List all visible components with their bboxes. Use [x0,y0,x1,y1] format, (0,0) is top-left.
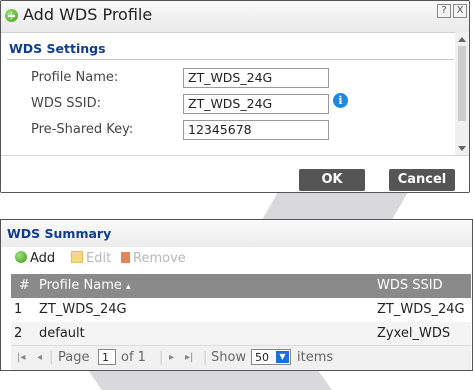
add-wds-profile-dialog: Add WDS Profile ? X WDS Settings Profile… [0,0,470,193]
remove-label: Remove [133,251,186,266]
pre-shared-key-field[interactable]: 12345678 [183,120,329,140]
summary-toolbar: Add Edit Remove [11,247,471,274]
row-wds-ssid: ZT_WDS_24G [377,302,465,317]
last-page-icon[interactable]: ▸| [185,352,193,363]
background-shape [261,192,409,220]
dialog-header: Add WDS Profile ? X [1,1,469,33]
table-row[interactable]: 2 default Zyxel_WDS [11,322,471,347]
row-wds-ssid: Zyxel_WDS [377,326,451,341]
pre-shared-key-label: Pre-Shared Key: [31,122,134,137]
page-size-value: 50 [255,351,269,364]
column-index: # [19,278,30,293]
chevron-down-icon: ▼ [276,351,289,363]
dialog-scrollbar[interactable] [455,32,469,155]
scroll-thumb[interactable] [458,46,466,121]
dialog-footer: OK Cancel [1,155,469,192]
scroll-up-icon[interactable] [458,37,466,42]
pager-divider: | [203,350,208,365]
wds-ssid-field[interactable]: ZT_WDS_24G [183,94,329,114]
wds-ssid-label: WDS SSID: [31,96,101,111]
first-page-icon[interactable]: |◂ [17,352,25,363]
column-profile-name-label: Profile Name [39,278,122,293]
summary-title: WDS Summary [7,226,112,241]
edit-label: Edit [86,251,112,266]
show-label: Show [211,350,247,365]
add-circle-icon [5,9,18,22]
row-index: 1 [14,302,23,317]
page-label: Page [58,350,90,365]
row-index: 2 [14,326,23,341]
row-profile-name: ZT_WDS_24G [39,302,127,317]
close-icon[interactable]: X [453,4,467,18]
add-icon [15,251,27,263]
help-icon[interactable]: ? [437,4,451,18]
sort-ascending-icon: ▴ [126,282,131,292]
ok-button[interactable]: OK [299,169,365,191]
column-wds-ssid[interactable]: WDS SSID [377,278,443,293]
section-title: WDS Settings [9,41,106,56]
add-label: Add [30,251,56,266]
profile-name-label: Profile Name: [31,70,119,85]
summary-header: WDS Summary [1,220,472,247]
table-row[interactable]: 1 ZT_WDS_24G ZT_WDS_24G [11,298,471,323]
page-size-select[interactable]: 50 ▼ [251,349,291,365]
remove-button[interactable]: Remove [121,251,186,266]
page-number-input[interactable]: 1 [98,349,116,365]
info-icon[interactable]: i [333,93,348,108]
page-count-label: of 1 [121,350,146,365]
pagination-bar: |◂ ◂ | Page 1 of 1 | ▸ ▸| | Show 50 ▼ it… [11,345,471,370]
items-label: items [297,350,334,365]
table-header: # Profile Name ▴ WDS SSID [11,274,471,298]
wds-summary-panel: WDS Summary Add Edit Remove # Profile Na… [0,219,473,371]
next-page-icon[interactable]: ▸ [169,352,174,363]
pager-divider: | [49,350,54,365]
edit-icon [71,251,83,263]
trash-icon [121,252,130,263]
background-shape [87,370,333,390]
row-profile-name: default [39,326,85,341]
scroll-down-icon[interactable] [458,146,466,151]
profile-name-field[interactable]: ZT_WDS_24G [183,68,329,88]
dialog-title: Add WDS Profile [23,5,153,24]
prev-page-icon[interactable]: ◂ [37,352,42,363]
edit-button[interactable]: Edit [71,251,111,266]
column-profile-name[interactable]: Profile Name ▴ [39,278,131,293]
add-button[interactable]: Add [15,251,55,266]
pager-divider: | [159,350,164,365]
dialog-body: WDS Settings Profile Name: ZT_WDS_24G WD… [1,32,456,155]
section-divider [7,59,454,60]
cancel-button[interactable]: Cancel [389,169,455,191]
